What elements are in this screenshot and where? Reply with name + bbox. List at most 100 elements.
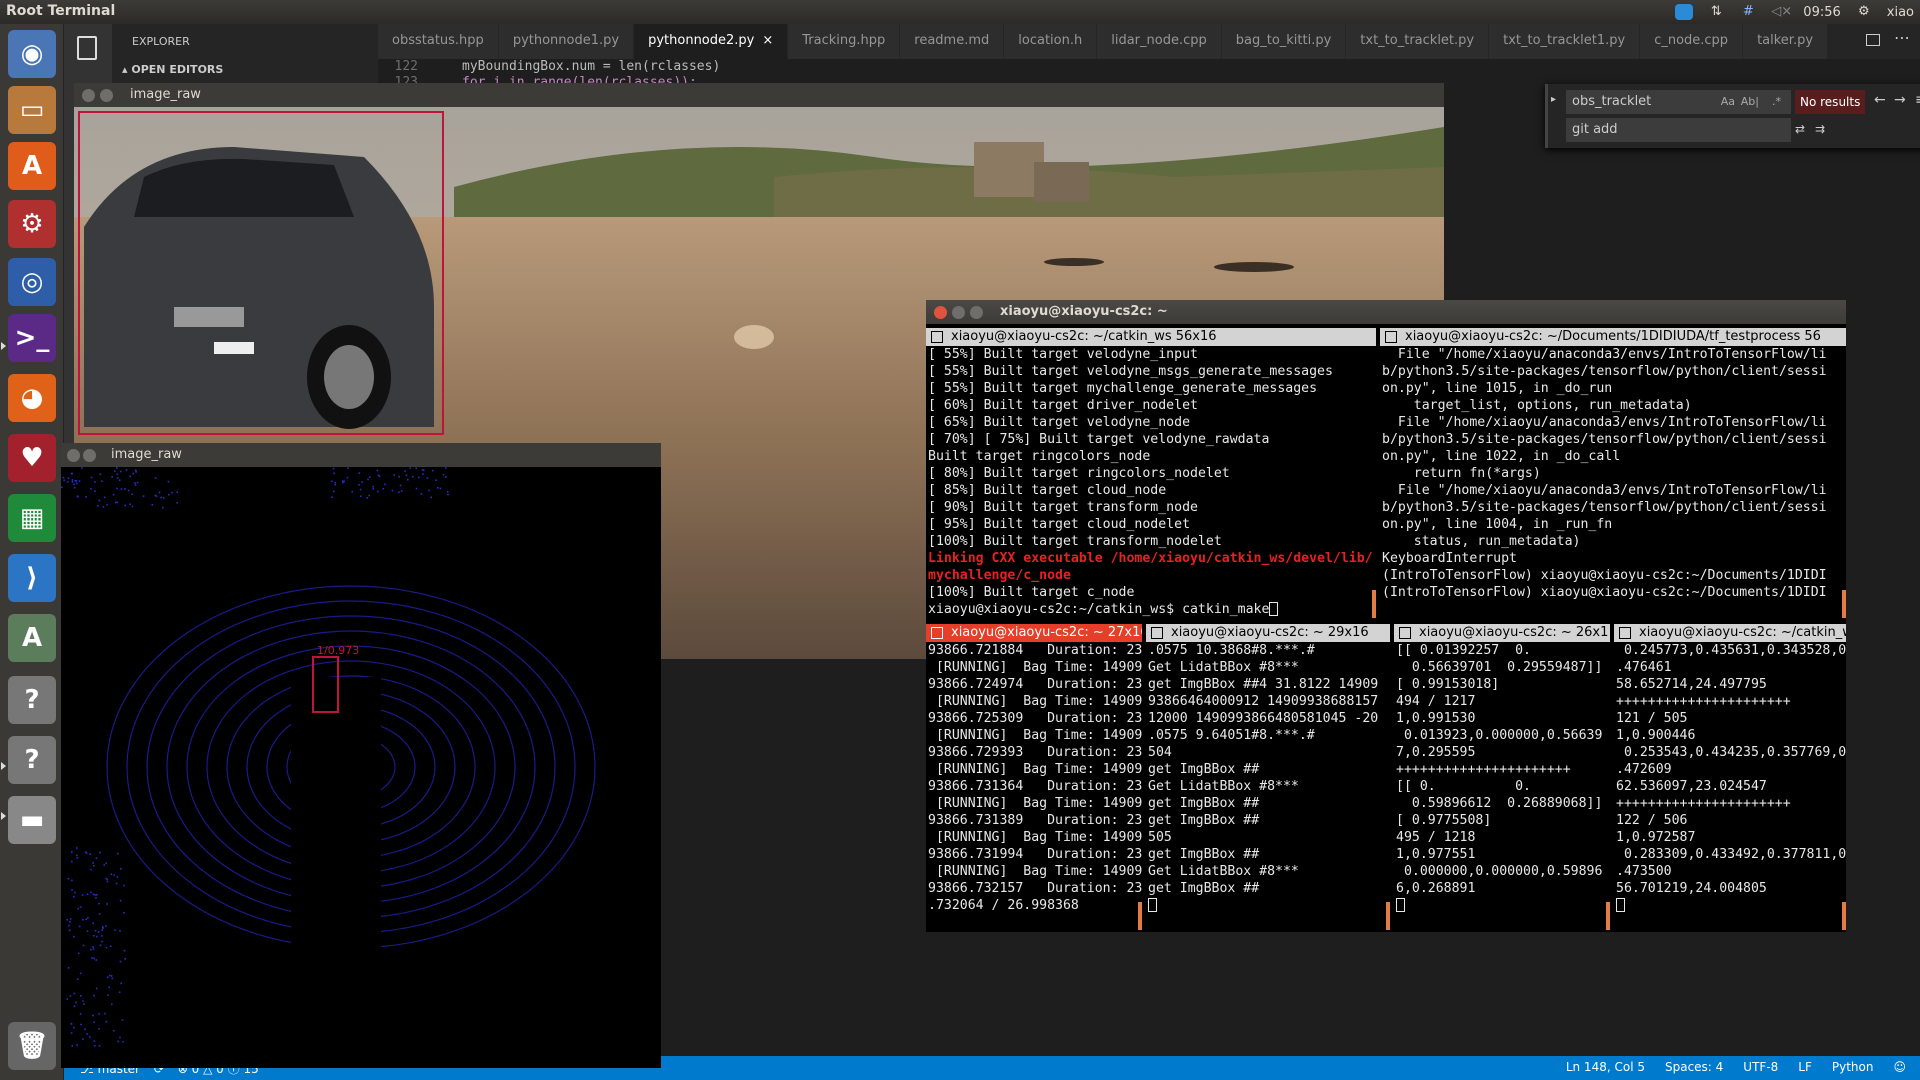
editor-tab[interactable]: location.h: [1004, 24, 1098, 59]
maximize-window-icon[interactable]: [970, 306, 983, 319]
more-actions-icon[interactable]: ⋯: [1894, 28, 1910, 47]
keyboard-input-icon[interactable]: #: [1739, 4, 1757, 20]
launcher-files[interactable]: ▭: [8, 86, 56, 134]
launcher-spreadsheet[interactable]: ▦: [8, 494, 56, 542]
encoding[interactable]: UTF-8: [1743, 1060, 1778, 1074]
pane-scrollbar[interactable]: [1606, 902, 1610, 930]
replace-all-icon[interactable]: ⇉: [1815, 122, 1825, 136]
terminal-group-icon[interactable]: [931, 331, 943, 343]
previous-match-arrow-icon[interactable]: ←: [1874, 92, 1886, 108]
launcher-terminal[interactable]: >_: [8, 314, 56, 362]
terminal-pane-titlebar[interactable]: xiaoyu@xiaoyu-cs2c: ~ 29x16: [1146, 624, 1390, 642]
close-window-icon[interactable]: [82, 89, 95, 102]
editor-tab[interactable]: talker.py: [1743, 24, 1829, 59]
launcher-unknown-app-2[interactable]: ?: [8, 736, 56, 784]
minimize-window-icon[interactable]: [100, 89, 113, 102]
replace-one-icon[interactable]: ⇄: [1795, 122, 1805, 136]
terminal-pane[interactable]: xiaoyu@xiaoyu-cs2c: ~ 27x16 93866.721884 …: [926, 624, 1142, 932]
launcher-trash[interactable]: 🗑: [8, 1022, 56, 1070]
replace-input[interactable]: git add: [1566, 118, 1791, 142]
launcher-disk-drive[interactable]: ▬: [8, 796, 56, 844]
terminal-output[interactable]: [ 55%] Built target velodyne_input [ 55%]…: [928, 346, 1376, 618]
indentation[interactable]: Spaces: 4: [1665, 1060, 1723, 1074]
terminal-prompt[interactable]: xiaoyu@xiaoyu-cs2c:~/catkin_ws$ catkin_m…: [928, 601, 1376, 618]
terminal-group-icon[interactable]: [931, 627, 943, 639]
pane-scrollbar[interactable]: [1372, 590, 1376, 618]
explorer-files-icon[interactable]: [77, 36, 97, 60]
network-icon[interactable]: ⇅: [1707, 4, 1725, 20]
editor-tab[interactable]: pythonnode1.py: [498, 24, 635, 59]
terminal-pane-titlebar[interactable]: xiaoyu@xiaoyu-cs2c: ~/catkin_ws 56x16: [926, 328, 1376, 346]
launcher-unknown-app-1[interactable]: ?: [8, 676, 56, 724]
settings-gear-icon[interactable]: ⚙: [1855, 4, 1873, 20]
close-tab-icon[interactable]: ×: [762, 33, 773, 48]
launcher-vscode[interactable]: ⟩: [8, 554, 56, 602]
terminal-pane[interactable]: xiaoyu@xiaoyu-cs2c: ~/Documents/1DIDIUDA…: [1380, 328, 1846, 620]
launcher-dash-home[interactable]: ◉: [8, 30, 56, 78]
terminal-group-icon[interactable]: [1399, 627, 1411, 639]
terminal-pane[interactable]: xiaoyu@xiaoyu-cs2c: ~/catkin_ws 56x16 [ 5…: [926, 328, 1376, 620]
launcher-system-settings[interactable]: ⚙: [8, 200, 56, 248]
pane-scrollbar[interactable]: [1842, 590, 1846, 618]
terminal-pane[interactable]: xiaoyu@xiaoyu-cs2c: ~ 26x1 [[ 0.01392257 …: [1394, 624, 1610, 932]
find-input[interactable]: obs_tracklet Aa Ab| .*: [1566, 90, 1791, 114]
terminal-pane-titlebar[interactable]: xiaoyu@xiaoyu-cs2c: ~ 26x1: [1394, 624, 1610, 642]
split-editor-icon[interactable]: [1866, 34, 1880, 46]
terminal-pane-titlebar[interactable]: xiaoyu@xiaoyu-cs2c: ~/Documents/1DIDIUDA…: [1380, 328, 1846, 346]
feedback-smiley-icon[interactable]: ☺: [1893, 1060, 1906, 1074]
skype-icon[interactable]: [1675, 4, 1694, 20]
launcher-update-manager[interactable]: A: [8, 614, 56, 662]
minimize-window-icon[interactable]: [83, 449, 96, 462]
whole-word-toggle[interactable]: Ab|: [1741, 90, 1759, 114]
clock[interactable]: 09:56: [1803, 5, 1840, 20]
terminal-output[interactable]: [[ 0.01392257 0. 0.56639701 0.29559487]]…: [1396, 642, 1610, 914]
language-mode[interactable]: Python: [1832, 1060, 1874, 1074]
terminal-pane[interactable]: xiaoyu@xiaoyu-cs2c: ~/catkin_w 0.245773,…: [1614, 624, 1846, 932]
terminal-pane[interactable]: xiaoyu@xiaoyu-cs2c: ~ 29x16 .0575 10.3868…: [1146, 624, 1390, 932]
next-match-arrow-icon[interactable]: →: [1894, 92, 1906, 108]
editor-tab[interactable]: txt_to_tracklet.py: [1346, 24, 1490, 59]
open-editors-section[interactable]: ▴ OPEN EDITORS: [122, 63, 223, 76]
terminal-output[interactable]: .0575 10.3868#8.***.# Get LidatBBox #8***…: [1148, 642, 1390, 914]
terminal-pane-titlebar[interactable]: xiaoyu@xiaoyu-cs2c: ~ 27x16: [926, 624, 1142, 642]
cursor-position[interactable]: Ln 148, Col 5: [1566, 1060, 1645, 1074]
window-titlebar[interactable]: xiaoyu@xiaoyu-cs2c: ~: [926, 300, 1846, 324]
end-of-line[interactable]: LF: [1798, 1060, 1812, 1074]
editor-tab[interactable]: txt_to_tracklet1.py: [1489, 24, 1641, 59]
editor-tab[interactable]: lidar_node.cpp: [1097, 24, 1222, 59]
terminal-output[interactable]: 93866.721884 Duration: 23 [RUNNING] Bag …: [928, 642, 1142, 914]
launcher-firefox[interactable]: ◕: [8, 374, 56, 422]
launcher-wine[interactable]: ♥: [8, 434, 56, 482]
window-titlebar[interactable]: image_raw: [74, 83, 1444, 107]
close-window-icon[interactable]: [67, 449, 80, 462]
terminal-output[interactable]: 0.245773,0.435631,0.343528,0 .476461 58.65…: [1616, 642, 1846, 914]
launcher-software-center[interactable]: A: [8, 142, 56, 190]
minimize-window-icon[interactable]: [952, 306, 965, 319]
editor-tab[interactable]: readme.md: [900, 24, 1005, 59]
editor-tab[interactable]: Tracking.hpp: [788, 24, 901, 59]
editor-tab[interactable]: pythonnode2.py ×: [634, 24, 789, 59]
editor-tab[interactable]: bag_to_kitti.py: [1221, 24, 1347, 59]
lidar-point: [134, 469, 137, 472]
toggle-replace-chevron-icon[interactable]: ▸: [1551, 94, 1556, 105]
terminal-group-icon[interactable]: [1151, 627, 1163, 639]
editor-tab[interactable]: obsstatus.hpp: [378, 24, 499, 59]
pane-scrollbar[interactable]: [1842, 902, 1846, 930]
regex-toggle[interactable]: .*: [1772, 90, 1781, 114]
window-titlebar[interactable]: image_raw: [61, 443, 661, 467]
close-window-icon[interactable]: [934, 306, 947, 319]
find-in-selection-icon[interactable]: ≡: [1915, 92, 1920, 108]
terminal-group-icon[interactable]: [1385, 331, 1397, 343]
match-case-toggle[interactable]: Aa: [1721, 90, 1735, 114]
editor-tab[interactable]: c_node.cpp: [1640, 24, 1744, 59]
volume-icon[interactable]: ◁×: [1771, 4, 1792, 20]
launcher-chromium[interactable]: ◎: [8, 258, 56, 306]
pane-scrollbar[interactable]: [1386, 902, 1390, 930]
lidar-point: [134, 484, 137, 486]
pane-scrollbar[interactable]: [1138, 902, 1142, 930]
terminal-pane-titlebar[interactable]: xiaoyu@xiaoyu-cs2c: ~/catkin_w: [1614, 624, 1846, 642]
terminal-group-icon[interactable]: [1619, 627, 1631, 639]
user-name[interactable]: xiao: [1887, 5, 1914, 20]
lidar-point: [92, 922, 94, 924]
terminal-output[interactable]: File "/home/xiaoyu/anaconda3/envs/IntroT…: [1382, 346, 1846, 601]
